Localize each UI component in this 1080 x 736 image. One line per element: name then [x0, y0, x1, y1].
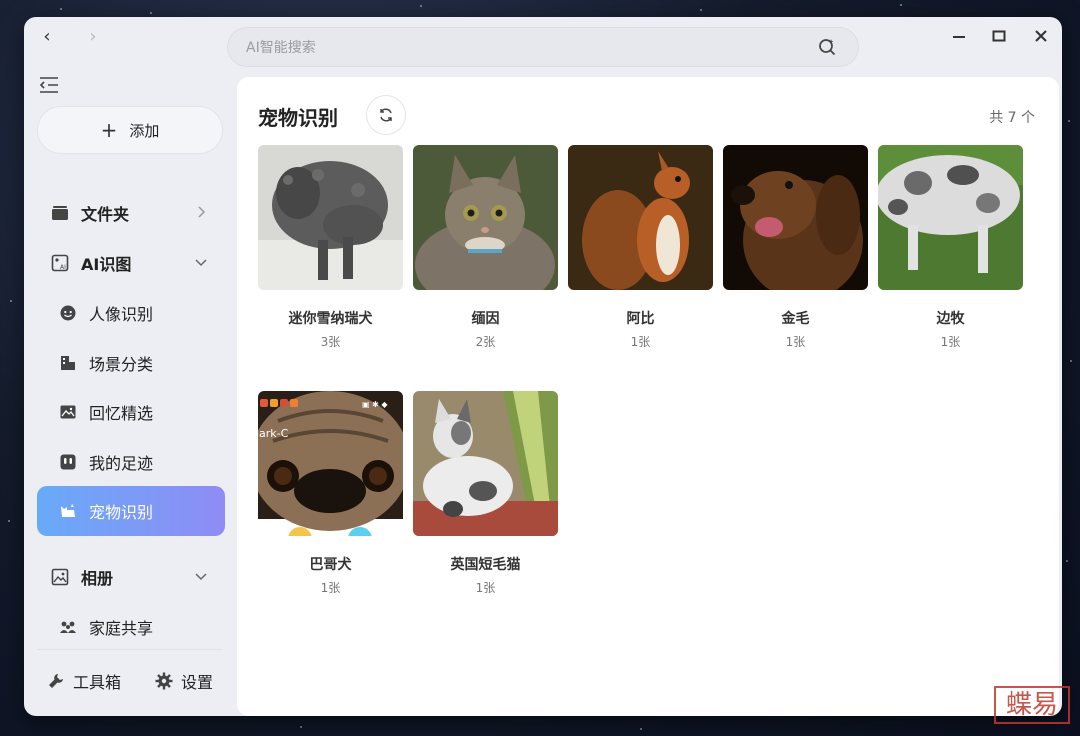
back-button[interactable]: ‹ — [37, 27, 57, 47]
watermark-stamp: 蝶易 — [994, 686, 1070, 724]
svg-text:▣ ✱ ◆: ▣ ✱ ◆ — [362, 400, 388, 409]
chevron-down-icon[interactable] — [193, 568, 209, 584]
pet-name: 缅因 — [471, 311, 500, 327]
scene-icon — [59, 354, 77, 372]
pet-photo-count: 1张 — [630, 335, 651, 349]
gear-icon — [155, 672, 173, 690]
chevron-down-icon[interactable] — [193, 254, 209, 270]
pet-card[interactable]: 金毛 1张 — [723, 145, 868, 350]
plus-icon: + — [100, 118, 118, 142]
pet-photo-count: 1张 — [940, 335, 961, 349]
sidebar: ‹ › + 添加 文件夹 AI AI识图 人像识别 场景分类 回忆精选 我的足迹… — [24, 17, 236, 716]
add-button[interactable]: + 添加 — [37, 106, 223, 154]
sidebar-item-label: 我的足迹 — [89, 454, 154, 473]
pet-card[interactable]: 英国短毛猫 1张 — [413, 391, 558, 596]
content-panel: 宠物识别 共 7 个 迷你雪纳瑞犬 3张 缅因 2张 阿比 1张 金毛 1张 边… — [237, 77, 1059, 716]
album-icon — [51, 568, 69, 586]
chevron-right-icon — [198, 206, 206, 218]
add-label: 添加 — [129, 121, 160, 140]
sidebar-item-label: 相册 — [81, 569, 114, 588]
footprint-icon — [59, 453, 77, 471]
close-button[interactable] — [1032, 27, 1050, 45]
pet-icon — [59, 502, 77, 520]
sidebar-item-label: 回忆精选 — [89, 404, 154, 423]
pet-card[interactable]: ▣ ✱ ◆ ark-C 巴哥犬 1张 — [258, 391, 403, 596]
pet-card[interactable]: 缅因 2张 — [413, 145, 558, 350]
sidebar-item-ai-image[interactable]: AI AI识图 — [37, 239, 225, 287]
sidebar-item-pet[interactable]: 宠物识别 — [37, 486, 225, 536]
sidebar-item-label: 场景分类 — [89, 355, 154, 374]
sidebar-item-label: AI识图 — [81, 255, 132, 274]
search-input[interactable] — [244, 28, 808, 68]
sidebar-item-memory[interactable]: 回忆精选 — [37, 388, 225, 436]
wrench-icon — [49, 674, 63, 688]
ai-image-icon: AI — [51, 254, 69, 272]
pet-thumbnail[interactable] — [258, 145, 403, 290]
collapse-sidebar-icon[interactable] — [38, 76, 60, 94]
refresh-button[interactable] — [366, 95, 406, 135]
face-icon — [59, 304, 77, 322]
page-title: 宠物识别 — [258, 106, 338, 130]
refresh-icon — [380, 108, 392, 122]
pet-name: 英国短毛猫 — [450, 557, 521, 573]
pet-photo-count: 3张 — [320, 335, 341, 349]
pug-overlay-text: ark-C — [259, 427, 289, 440]
pet-name: 阿比 — [626, 311, 655, 327]
pet-card[interactable]: 边牧 1张 — [878, 145, 1023, 350]
pet-name: 巴哥犬 — [309, 557, 352, 573]
pet-photo-count: 1张 — [475, 581, 496, 595]
family-icon — [59, 618, 77, 636]
search-bar — [227, 27, 859, 68]
sidebar-item-label: 宠物识别 — [89, 503, 154, 522]
pet-thumbnail[interactable] — [568, 145, 713, 290]
sidebar-item-label: 人像识别 — [89, 305, 154, 324]
pet-name: 金毛 — [781, 311, 810, 327]
minimize-button[interactable] — [950, 27, 968, 45]
pet-photo-count: 1张 — [320, 581, 341, 595]
pet-thumbnail[interactable] — [878, 145, 1023, 290]
sidebar-item-scene[interactable]: 场景分类 — [37, 339, 225, 387]
sidebar-item-label: 文件夹 — [81, 205, 130, 224]
settings-button[interactable]: 设置 — [155, 669, 213, 693]
settings-label: 设置 — [181, 673, 214, 692]
sidebar-item-family[interactable]: 家庭共享 — [37, 603, 225, 651]
pet-name: 边牧 — [936, 311, 965, 327]
pet-thumbnail[interactable] — [413, 145, 558, 290]
pet-thumbnail[interactable] — [413, 391, 558, 536]
pet-photo-count: 1张 — [785, 335, 806, 349]
sidebar-item-label: 家庭共享 — [89, 619, 154, 638]
pet-card[interactable]: 迷你雪纳瑞犬 3张 — [258, 145, 403, 350]
divider — [37, 649, 223, 650]
pet-thumbnail[interactable] — [723, 145, 868, 290]
maximize-button[interactable] — [990, 27, 1008, 45]
item-count: 共 7 个 — [989, 110, 1035, 126]
toolbox-button[interactable]: 工具箱 — [47, 669, 121, 693]
ai-search-icon[interactable] — [818, 38, 836, 56]
pet-thumbnail[interactable]: ▣ ✱ ◆ ark-C — [258, 391, 403, 536]
pet-photo-count: 2张 — [475, 335, 496, 349]
sidebar-item-footprint[interactable]: 我的足迹 — [37, 438, 225, 486]
forward-button[interactable]: › — [83, 27, 103, 47]
memory-icon — [59, 403, 77, 421]
svg-text:AI: AI — [60, 264, 66, 271]
folder-icon — [51, 204, 69, 222]
sidebar-item-album[interactable]: 相册 — [37, 553, 225, 601]
sidebar-item-folder[interactable]: 文件夹 — [37, 189, 225, 237]
sidebar-item-face[interactable]: 人像识别 — [37, 289, 225, 337]
toolbox-label: 工具箱 — [73, 673, 122, 692]
pet-name: 迷你雪纳瑞犬 — [288, 311, 373, 327]
pet-card[interactable]: 阿比 1张 — [568, 145, 713, 350]
app-window: ‹ › + 添加 文件夹 AI AI识图 人像识别 场景分类 回忆精选 我的足迹… — [24, 17, 1062, 716]
